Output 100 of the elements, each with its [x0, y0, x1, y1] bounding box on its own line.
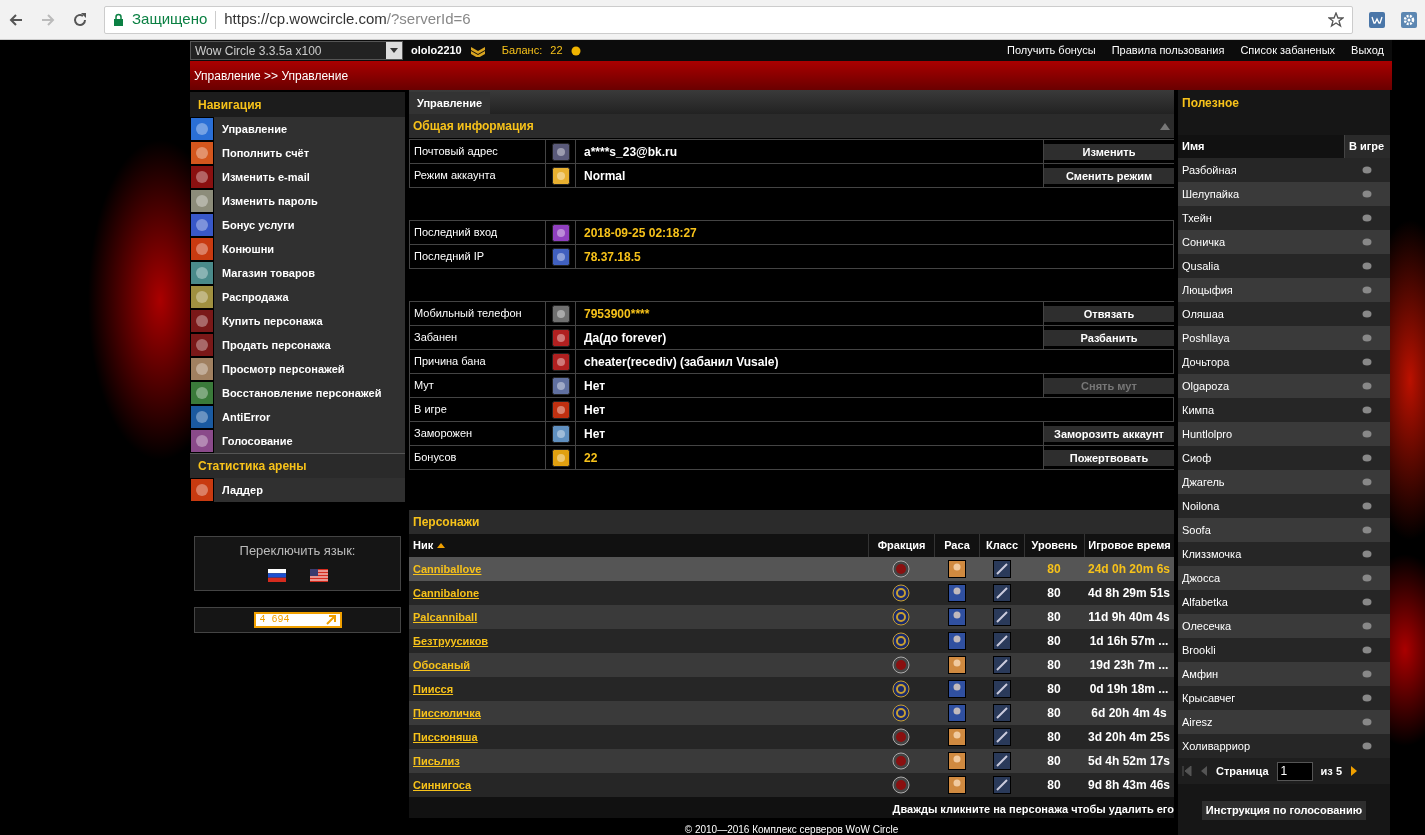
rank-icon — [469, 44, 486, 57]
character-link[interactable]: Письлиз — [413, 754, 460, 767]
character-level: 80 — [1047, 586, 1061, 600]
action-button[interactable]: Изменить — [1044, 143, 1174, 160]
class-icon — [992, 680, 1011, 698]
tile-icon — [190, 261, 214, 285]
nav-item[interactable]: Распродажа — [190, 285, 405, 309]
character-level: 80 — [1047, 706, 1061, 720]
player-name: Клиззмочка — [1182, 547, 1242, 560]
star-icon[interactable] — [1328, 11, 1344, 28]
character-row[interactable]: Обосаный 80 19d 23h 7m ... — [409, 653, 1174, 677]
player-name: Дочьтора — [1182, 355, 1230, 368]
nav-item[interactable]: Бонус услуги — [190, 213, 405, 237]
nav-item[interactable]: Магазин товаров — [190, 261, 405, 285]
tile-icon — [190, 285, 214, 309]
character-link[interactable]: Пиисся — [413, 682, 454, 695]
character-link[interactable]: Писсюняша — [413, 730, 478, 743]
top-link[interactable]: Получить бонусы — [1006, 42, 1096, 59]
action-button[interactable]: Отвязать — [1044, 305, 1174, 322]
player-name: Шелупайка — [1182, 187, 1240, 200]
nav-item[interactable]: Пополнить счёт — [190, 141, 405, 165]
character-link[interactable]: Синнигоса — [413, 778, 472, 791]
play-time: 4d 8h 29m 51s — [1087, 586, 1171, 600]
character-level: 80 — [1047, 730, 1061, 744]
nav-item[interactable]: Ладдер — [190, 478, 405, 502]
back-icon[interactable] — [8, 11, 24, 28]
player-name: Амфин — [1182, 667, 1219, 680]
portrait-icon — [947, 608, 966, 626]
next-page-icon[interactable] — [1350, 766, 1358, 776]
server-select[interactable]: Wow Circle 3.3.5a x100 — [190, 41, 403, 60]
field-value: 7953900**** — [584, 305, 650, 323]
field-value: cheater(recediv) (забанил Vusale) — [584, 353, 779, 371]
vote-help-button[interactable]: Инструкция по голосованию — [1201, 801, 1367, 820]
nav-item[interactable]: Управление — [190, 117, 405, 141]
flag-icon[interactable] — [309, 568, 328, 582]
nav-item[interactable]: AntiError — [190, 405, 405, 429]
nav-item[interactable]: Изменить e-mail — [190, 165, 405, 189]
url-text: https://cp.wowcircle.com/?serverId=6 — [224, 9, 471, 30]
tile-icon — [190, 309, 214, 333]
collapse-icon[interactable] — [1160, 122, 1170, 130]
balance-label: Баланс: — [501, 43, 543, 59]
nav-item[interactable]: Просмотр персонажей — [190, 357, 405, 381]
nav-item[interactable]: Голосование — [190, 429, 405, 453]
player-name: Олесечка — [1182, 619, 1232, 632]
player-name: Qusalia — [1182, 259, 1220, 272]
field-label: Забанен — [414, 330, 458, 346]
extension-icon[interactable] — [1369, 11, 1385, 28]
player-name: Крысавчег — [1182, 691, 1236, 704]
character-level: 80 — [1047, 778, 1061, 792]
page-field[interactable]: 1 — [1276, 761, 1313, 781]
field-label: Мобильный телефон — [414, 306, 522, 322]
portrait-icon — [947, 584, 966, 602]
column-header[interactable]: Имя — [1178, 135, 1344, 158]
reload-icon[interactable] — [72, 11, 88, 28]
breadcrumb: Управление >> Управление — [194, 67, 349, 85]
top-link[interactable]: Правила пользования — [1111, 42, 1225, 59]
action-button[interactable]: Заморозить аккаунт — [1044, 425, 1174, 442]
play-time: 24d 0h 20m 6s — [1087, 562, 1171, 576]
character-row[interactable]: Canniballove 80 24d 0h 20m 6s — [409, 557, 1174, 581]
tile-icon — [551, 400, 570, 419]
character-link[interactable]: Безтруусиков — [413, 634, 489, 647]
class-icon — [992, 584, 1011, 602]
nav-item[interactable]: Купить персонажа — [190, 309, 405, 333]
top-link[interactable]: Выход — [1351, 42, 1384, 59]
action-button[interactable]: Сменить режим — [1044, 167, 1174, 184]
field-label: Последний IP — [414, 249, 485, 265]
tab[interactable]: Управление — [409, 92, 490, 114]
nav-item[interactable]: Изменить пароль — [190, 189, 405, 213]
class-icon — [992, 656, 1011, 674]
top-link[interactable]: Список забаненых — [1240, 42, 1336, 59]
character-link[interactable]: Обосаный — [413, 658, 471, 671]
flag-icon[interactable] — [267, 568, 286, 582]
tile-icon — [190, 429, 214, 453]
field-label: Почтовый адрес — [414, 144, 498, 160]
character-row[interactable]: Palcanniball 80 11d 9h 40m 4s — [409, 605, 1174, 629]
nav-item[interactable]: Продать персонажа — [190, 333, 405, 357]
nav-item[interactable]: Восстановление персонажей — [190, 381, 405, 405]
player-name: Soofa — [1182, 523, 1211, 536]
column-header[interactable]: В игре — [1344, 135, 1390, 158]
tile-icon — [551, 247, 570, 266]
play-time: 1d 16h 57m ... — [1089, 634, 1169, 648]
character-row[interactable]: Писсюличка 80 6d 20h 4m 4s — [409, 701, 1174, 725]
address-field[interactable]: Защищено https://cp.wowcircle.com/?serverId=6 — [104, 5, 1353, 34]
character-link[interactable]: Palcanniball — [413, 610, 478, 623]
action-button[interactable]: Пожертвовать — [1044, 449, 1174, 466]
tile-icon — [190, 478, 214, 502]
nav-item[interactable]: Конюшни — [190, 237, 405, 261]
character-row[interactable]: Письлиз 80 5d 4h 52m 17s — [409, 749, 1174, 773]
panel-title: Полезное — [1182, 94, 1239, 112]
column-header[interactable]: Ник — [409, 534, 868, 557]
character-link[interactable]: Писсюличка — [413, 706, 481, 719]
tile-icon — [190, 213, 214, 237]
character-link[interactable]: Canniballove — [413, 562, 482, 575]
action-button[interactable]: Разбанить — [1044, 329, 1174, 346]
character-link[interactable]: Cannibalone — [413, 586, 479, 599]
arrow-icon — [325, 614, 336, 625]
player-name: Сиоф — [1182, 451, 1212, 464]
field-value: 78.37.18.5 — [584, 248, 641, 266]
field-value: Да(до forever) — [584, 329, 667, 347]
gear-icon[interactable] — [1401, 11, 1417, 28]
